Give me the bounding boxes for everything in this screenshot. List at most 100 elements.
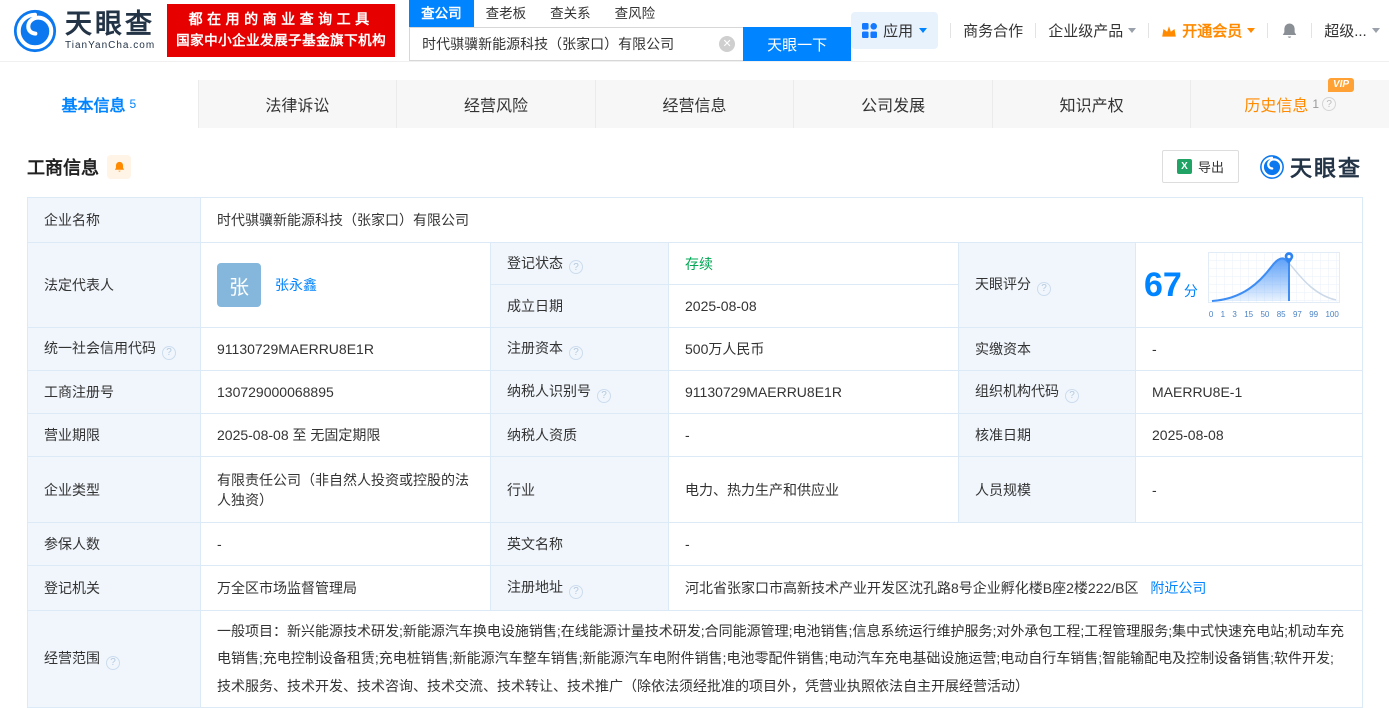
business-term-value: 2025-08-08 至 无固定期限 <box>201 414 491 457</box>
export-button[interactable]: X 导出 <box>1162 150 1239 183</box>
legal-rep-cell: 张 张永鑫 <box>201 243 491 328</box>
reg-authority-value: 万全区市场监督管理局 <box>201 566 491 611</box>
chevron-down-icon <box>919 28 927 33</box>
apps-menu[interactable]: 应用 <box>851 12 938 49</box>
reg-number-value: 130729000068895 <box>201 371 491 414</box>
paid-capital-value: - <box>1136 328 1363 371</box>
table-row: 登记机关 万全区市场监督管理局 注册地址? 河北省张家口市高新技术产业开发区沈孔… <box>28 566 1363 611</box>
watermark-logo: 天眼查 <box>1259 151 1362 183</box>
tab-label: 基本信息 <box>61 92 125 116</box>
monitor-bell-button[interactable] <box>107 155 131 179</box>
search-tab-risk[interactable]: 查风险 <box>603 0 668 27</box>
business-scope-label: 经营范围? <box>28 611 201 708</box>
divider <box>950 23 951 38</box>
help-icon[interactable]: ? <box>569 346 583 360</box>
approve-date-label: 核准日期 <box>959 414 1136 457</box>
tab-intellectual-property[interactable]: 知识产权 <box>993 80 1192 128</box>
address-value: 河北省张家口市高新技术产业开发区沈孔路8号企业孵化楼B座2楼222/B区 <box>685 580 1139 596</box>
table-row: 参保人数 - 英文名称 - <box>28 523 1363 566</box>
nearby-companies-link[interactable]: 附近公司 <box>1150 580 1206 596</box>
help-icon[interactable]: ? <box>1322 97 1336 111</box>
top-header: 天眼查 TianYanCha.com 都在用的商业查询工具 国家中小企业发展子基… <box>0 0 1389 62</box>
divider <box>1311 23 1312 38</box>
reg-authority-label: 登记机关 <box>28 566 201 611</box>
chevron-down-icon <box>1372 28 1380 33</box>
help-icon[interactable]: ? <box>106 656 120 670</box>
chevron-down-icon <box>1247 28 1255 33</box>
table-row: 企业类型 有限责任公司（非自然人投资或控股的法人独资） 行业 电力、热力生产和供… <box>28 457 1363 523</box>
excel-icon: X <box>1177 159 1192 174</box>
business-info-table: 企业名称 时代骐骥新能源科技（张家口）有限公司 法定代表人 张 张永鑫 登记状态… <box>27 197 1363 708</box>
table-row: 工商注册号 130729000068895 纳税人识别号? 91130729MA… <box>28 371 1363 414</box>
apps-label: 应用 <box>883 20 913 41</box>
help-icon[interactable]: ? <box>162 346 176 360</box>
tianyancha-swirl-icon <box>12 8 58 54</box>
search-button[interactable]: 天眼一下 <box>743 27 851 61</box>
address-cell: 河北省张家口市高新技术产业开发区沈孔路8号企业孵化楼B座2楼222/B区 附近公… <box>669 566 1363 611</box>
search-tab-company[interactable]: 查公司 <box>409 0 474 27</box>
nav-enterprise-products[interactable]: 企业级产品 <box>1048 20 1136 41</box>
score-value: 67 <box>1144 266 1182 304</box>
reg-capital-label: 注册资本? <box>491 328 669 371</box>
nav-cooperation[interactable]: 商务合作 <box>963 20 1023 41</box>
crown-icon <box>1161 24 1177 38</box>
help-icon[interactable]: ? <box>1065 389 1079 403</box>
search-tabs: 查公司 查老板 查关系 查风险 <box>409 0 851 27</box>
divider <box>1035 23 1036 38</box>
tab-history-info[interactable]: VIP 历史信息 1 ? <box>1191 80 1389 128</box>
avatar[interactable]: 张 <box>217 263 261 307</box>
nav-super-account[interactable]: 超级... <box>1324 20 1380 41</box>
tab-company-development[interactable]: 公司发展 <box>794 80 993 128</box>
score-axis: 0131550859799100 <box>1208 310 1340 319</box>
tab-operating-risk[interactable]: 经营风险 <box>397 80 596 128</box>
search-tab-boss[interactable]: 查老板 <box>474 0 539 27</box>
uscc-label: 统一社会信用代码? <box>28 328 201 371</box>
uscc-value: 91130729MAERRU8E1R <box>201 328 491 371</box>
help-icon[interactable]: ? <box>597 389 611 403</box>
table-row: 企业名称 时代骐骥新能源科技（张家口）有限公司 <box>28 198 1363 243</box>
taxpayer-quality-label: 纳税人资质 <box>491 414 669 457</box>
address-label: 注册地址? <box>491 566 669 611</box>
org-code-value: MAERRU8E-1 <box>1136 371 1363 414</box>
tianyancha-logo[interactable]: 天眼查 TianYanCha.com <box>12 8 155 54</box>
company-type-value: 有限责任公司（非自然人投资或控股的法人独资） <box>201 457 491 523</box>
notification-bell-icon[interactable] <box>1280 21 1299 41</box>
search-input[interactable] <box>420 35 719 53</box>
section-header: 工商信息 X 导出 天眼查 <box>27 150 1362 183</box>
reg-status-value: 存续 <box>669 243 959 285</box>
top-nav: 应用 商务合作 企业级产品 开通会员 超级... <box>851 12 1380 49</box>
reg-capital-value: 500万人民币 <box>669 328 959 371</box>
table-row: 统一社会信用代码? 91130729MAERRU8E1R 注册资本? 500万人… <box>28 328 1363 371</box>
search-area: 查公司 查老板 查关系 查风险 ✕ 天眼一下 <box>409 0 851 61</box>
tab-basic-info[interactable]: 基本信息 5 <box>0 80 199 128</box>
help-icon[interactable]: ? <box>1037 282 1051 296</box>
tab-legal-proceedings[interactable]: 法律诉讼 <box>199 80 398 128</box>
chevron-down-icon <box>1128 28 1136 33</box>
establish-date-label: 成立日期 <box>491 285 669 328</box>
legal-rep-link[interactable]: 张永鑫 <box>275 275 317 295</box>
search-tab-relation[interactable]: 查关系 <box>538 0 603 27</box>
insured-count-value: - <box>201 523 491 566</box>
banner-line1: 都在用的商业查询工具 <box>176 9 386 31</box>
company-name-label: 企业名称 <box>28 198 201 243</box>
clear-search-icon[interactable]: ✕ <box>719 36 735 52</box>
approve-date-value: 2025-08-08 <box>1136 414 1363 457</box>
legal-rep-label: 法定代表人 <box>28 243 201 328</box>
taxpayer-id-label: 纳税人识别号? <box>491 371 669 414</box>
help-icon[interactable]: ? <box>569 585 583 599</box>
company-name-value: 时代骐骥新能源科技（张家口）有限公司 <box>201 198 1363 243</box>
nav-open-vip[interactable]: 开通会员 <box>1161 20 1255 41</box>
reg-number-label: 工商注册号 <box>28 371 201 414</box>
tab-count-badge: 5 <box>129 97 136 111</box>
logo-domain: TianYanCha.com <box>65 41 155 51</box>
bell-icon <box>113 160 126 174</box>
score-unit: 分 <box>1184 283 1198 299</box>
tab-count-badge: 1 <box>1312 97 1319 111</box>
industry-label: 行业 <box>491 457 669 523</box>
divider <box>1267 23 1268 38</box>
insured-count-label: 参保人数 <box>28 523 201 566</box>
tab-business-info[interactable]: 经营信息 <box>596 80 795 128</box>
help-icon[interactable]: ? <box>569 260 583 274</box>
staff-size-value: - <box>1136 457 1363 523</box>
table-row: 经营范围? 一般项目：新兴能源技术研发;新能源汽车换电设施销售;在线能源计量技术… <box>28 611 1363 708</box>
